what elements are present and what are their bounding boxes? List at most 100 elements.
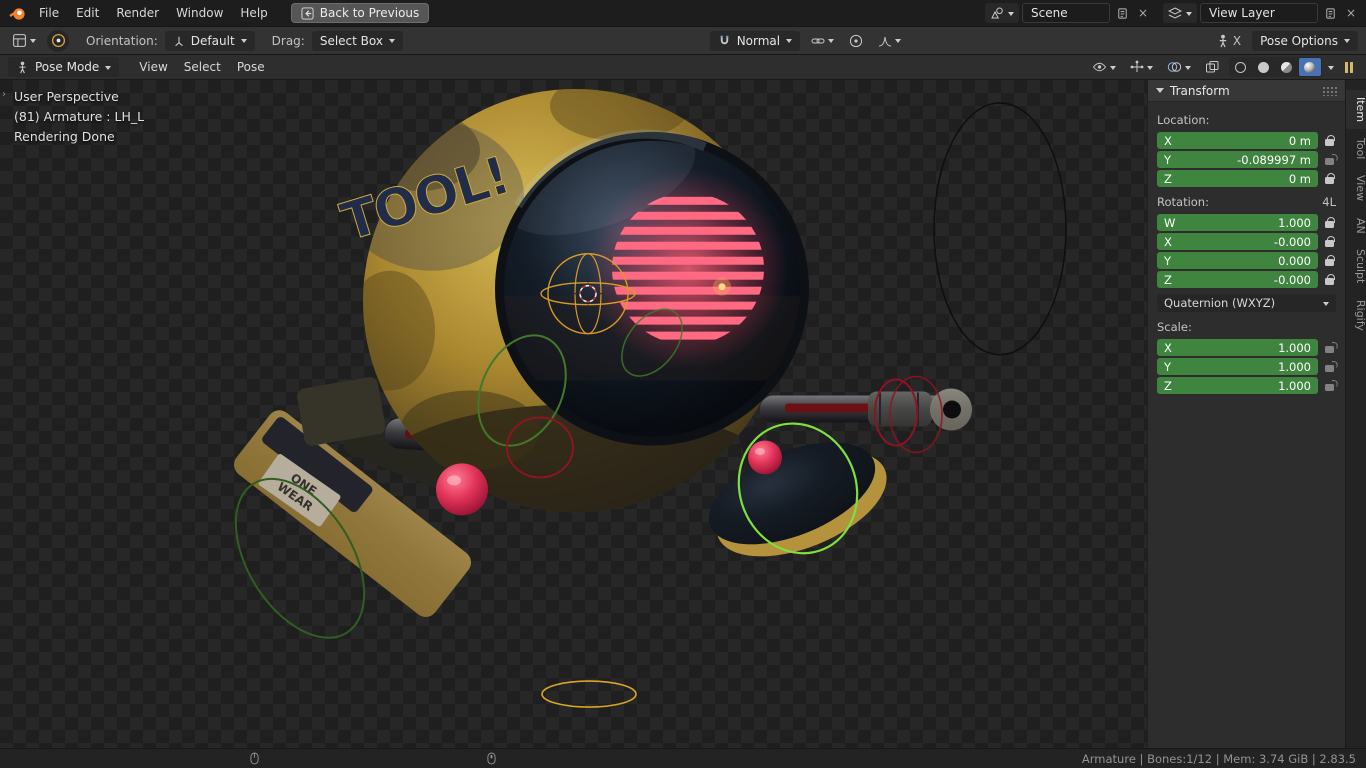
shading-wireframe-button[interactable] [1230, 58, 1252, 76]
orientation-label: Orientation: [86, 34, 158, 48]
xray-toggle[interactable] [1201, 57, 1223, 77]
browse-view-layer-button[interactable] [1163, 3, 1197, 23]
scale-y-row: Y 1.000 [1157, 358, 1336, 375]
shading-solid-button[interactable] [1253, 58, 1275, 76]
link-icon [811, 34, 825, 48]
scale-x-field[interactable]: X 1.000 [1157, 339, 1318, 356]
tab-item[interactable]: Item [1346, 90, 1366, 129]
rotation-x-field[interactable]: X -0.000 [1157, 233, 1318, 250]
tab-rigify[interactable]: Rigify [1346, 293, 1366, 338]
lock-rotation-y[interactable] [1323, 256, 1336, 266]
menu-help[interactable]: Help [232, 4, 275, 22]
overlays-icon [1167, 60, 1182, 74]
drag-value: Select Box [320, 34, 383, 48]
axis-label: Z [1164, 273, 1172, 287]
proportional-editing-toggle[interactable] [845, 31, 867, 51]
blender-logo-icon[interactable] [6, 3, 28, 23]
scale-z-field[interactable]: Z 1.000 [1157, 377, 1318, 394]
rotation-z-row: Z -0.000 [1157, 271, 1336, 288]
shading-material-button[interactable] [1276, 58, 1298, 76]
location-z-field[interactable]: Z 0 m [1157, 170, 1318, 187]
pause-render-button[interactable] [1340, 57, 1359, 77]
snap-select[interactable]: Normal [710, 31, 800, 51]
lock-location-y[interactable] [1323, 155, 1336, 165]
editor-type-select[interactable] [8, 31, 40, 51]
falloff-curve-icon [878, 34, 892, 48]
lock-scale-z[interactable] [1323, 381, 1336, 391]
mode-select[interactable]: Pose Mode [8, 57, 119, 77]
pose-mirror-toggle[interactable]: X [1212, 31, 1245, 51]
scale-y-field[interactable]: Y 1.000 [1157, 358, 1318, 375]
rotation-z-field[interactable]: Z -0.000 [1157, 271, 1318, 288]
location-x-field[interactable]: X 0 m [1157, 132, 1318, 149]
transform-panel-header[interactable]: Transform [1148, 80, 1345, 102]
menu-edit[interactable]: Edit [68, 4, 107, 22]
visibility-eye-icon [1092, 60, 1107, 74]
overlays-select[interactable] [1163, 57, 1195, 77]
gizmos-select[interactable] [1126, 57, 1157, 77]
chevron-down-icon [30, 39, 36, 43]
shading-popover-chevron[interactable] [1328, 66, 1334, 70]
chevron-down-icon [1147, 66, 1153, 70]
scene-name-field[interactable]: Scene [1022, 3, 1110, 23]
panel-grip-icon[interactable] [1322, 86, 1337, 96]
region-expand-arrow[interactable]: › [2, 89, 6, 100]
new-scene-button[interactable] [1113, 3, 1131, 23]
viewport-header: Pose Mode View Select Pose [0, 55, 1366, 80]
chevron-down-icon [1344, 39, 1350, 43]
scale-z-row: Z 1.000 [1157, 377, 1336, 394]
view-layer-icon [1168, 6, 1182, 20]
unlink-scene-button[interactable]: × [1134, 3, 1152, 23]
viewport-info-text: User Perspective (81) Armature : LH_L Re… [14, 87, 144, 147]
bone-ellipse-large[interactable] [934, 103, 1066, 355]
location-y-field[interactable]: Y -0.089997 m [1157, 151, 1318, 168]
pose-options-label: Pose Options [1260, 34, 1338, 48]
mouse-left-icon [250, 752, 259, 765]
proportional-falloff-select[interactable] [874, 31, 905, 51]
lock-rotation-x[interactable] [1323, 237, 1336, 247]
shading-rendered-button[interactable] [1299, 58, 1321, 76]
top-menubar: File Edit Render Window Help Back to Pre… [0, 0, 1366, 26]
tab-tool[interactable]: Tool [1346, 131, 1366, 166]
lock-closed-icon [1325, 139, 1334, 146]
back-to-previous-button[interactable]: Back to Previous [291, 3, 430, 23]
drag-select[interactable]: Select Box [312, 31, 403, 51]
menu-select[interactable]: Select [176, 58, 229, 76]
lock-rotation-w[interactable] [1323, 218, 1336, 228]
object-visibility-select[interactable] [1088, 57, 1120, 77]
rotation-mode-select[interactable]: Quaternion (WXYZ) [1157, 294, 1336, 312]
proportional-circle-icon [849, 34, 863, 48]
rotation-y-field[interactable]: Y 0.000 [1157, 252, 1318, 269]
axis-value: 0 m [1289, 172, 1311, 186]
drag-label: Drag: [272, 34, 305, 48]
chevron-down-icon [105, 66, 111, 70]
menu-window[interactable]: Window [168, 4, 231, 22]
lock-scale-x[interactable] [1323, 343, 1336, 353]
snap-target-select[interactable] [807, 31, 838, 51]
tab-sculpt[interactable]: Sculpt [1346, 242, 1366, 290]
pose-options-select[interactable]: Pose Options [1252, 31, 1358, 51]
menu-render[interactable]: Render [108, 4, 167, 22]
lock-open-icon [1325, 346, 1334, 353]
3d-viewport[interactable]: ONE WEAR [0, 80, 1366, 748]
active-tool-icon[interactable] [47, 30, 69, 52]
lock-rotation-z[interactable] [1323, 275, 1336, 285]
axis-label: X [1164, 341, 1172, 355]
lock-scale-y[interactable] [1323, 362, 1336, 372]
view-layer-name-field[interactable]: View Layer [1200, 3, 1318, 23]
tab-an[interactable]: AN [1346, 211, 1366, 241]
remove-view-layer-button[interactable]: × [1342, 3, 1360, 23]
lock-location-z[interactable] [1323, 174, 1336, 184]
axis-label: Z [1164, 172, 1172, 186]
location-label: Location: [1157, 113, 1336, 127]
tab-view[interactable]: View [1346, 168, 1366, 208]
menu-file[interactable]: File [31, 4, 67, 22]
browse-scene-button[interactable] [985, 3, 1019, 23]
rotation-w-field[interactable]: W 1.000 [1157, 214, 1318, 231]
menu-view[interactable]: View [131, 58, 175, 76]
orientation-select[interactable]: Default [165, 31, 255, 51]
lock-location-x[interactable] [1323, 136, 1336, 146]
menu-pose[interactable]: Pose [229, 58, 273, 76]
new-view-layer-button[interactable] [1321, 3, 1339, 23]
location-x-row: X 0 m [1157, 132, 1336, 149]
